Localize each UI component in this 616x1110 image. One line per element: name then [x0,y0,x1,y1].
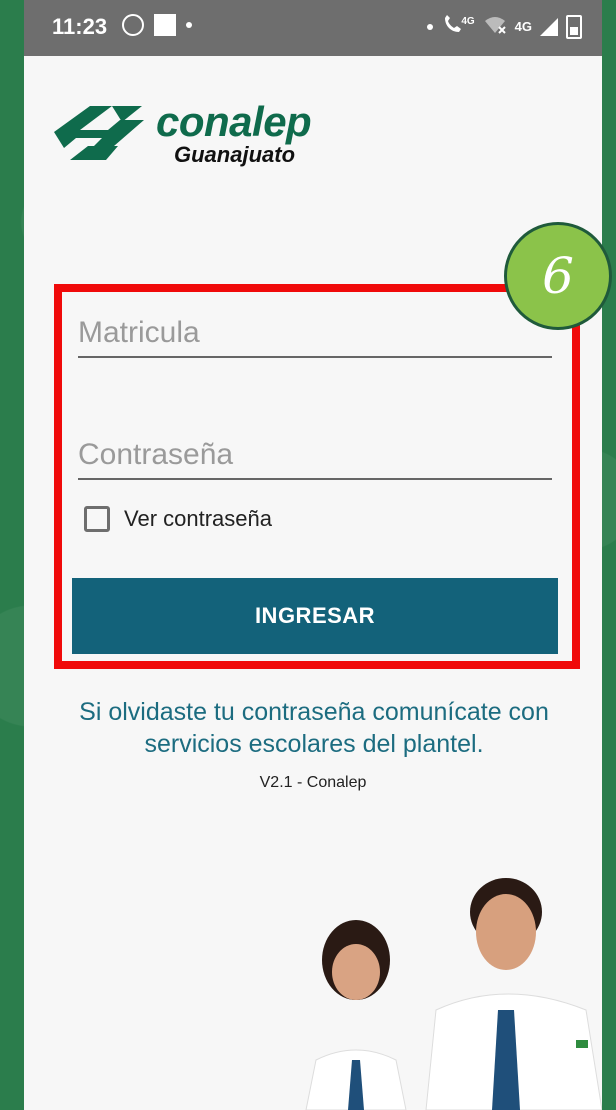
status-dot-icon [427,23,434,30]
logo-wordmark: conalep [156,98,312,145]
conalep-logo: conalep Guanajuato [50,98,340,168]
forgot-password-help-text: Si olvidaste tu contraseña comunícate co… [79,698,549,758]
show-password-label[interactable]: Ver contraseña [124,506,272,532]
version-label: V2.1 - Conalep [259,774,367,791]
battery-icon [566,14,582,39]
status-bar: 11:23 4G 4G [24,0,602,56]
whatsapp-icon [122,14,144,36]
status-right-icons: 4G 4G [427,14,582,39]
matricula-field[interactable] [78,310,552,358]
matricula-input[interactable] [78,310,552,356]
status-left-icons [122,14,192,36]
logo-subtitle: Guanajuato [174,142,296,167]
signal-icon [540,17,558,36]
annotation-badge-6: 6 [504,222,612,330]
password-field[interactable] [78,432,552,480]
wifi-off-icon [483,15,507,38]
students-photo [305,878,602,1110]
phone-screen: 11:23 4G 4G conalep Guanajuato Matricula… [24,0,602,1110]
show-password-checkbox[interactable] [84,506,110,532]
notification-dot-icon [186,22,192,28]
password-input[interactable] [78,432,552,478]
notification-square-icon [154,14,176,36]
network-label-volte: 4G [461,16,475,27]
status-time: 11:23 [52,14,108,39]
show-password-row[interactable]: Ver contraseña [84,506,272,532]
conalep-logo-icon [54,106,144,160]
network-label-4g: 4G [514,19,532,34]
ingresar-button[interactable]: INGRESAR [72,578,558,654]
